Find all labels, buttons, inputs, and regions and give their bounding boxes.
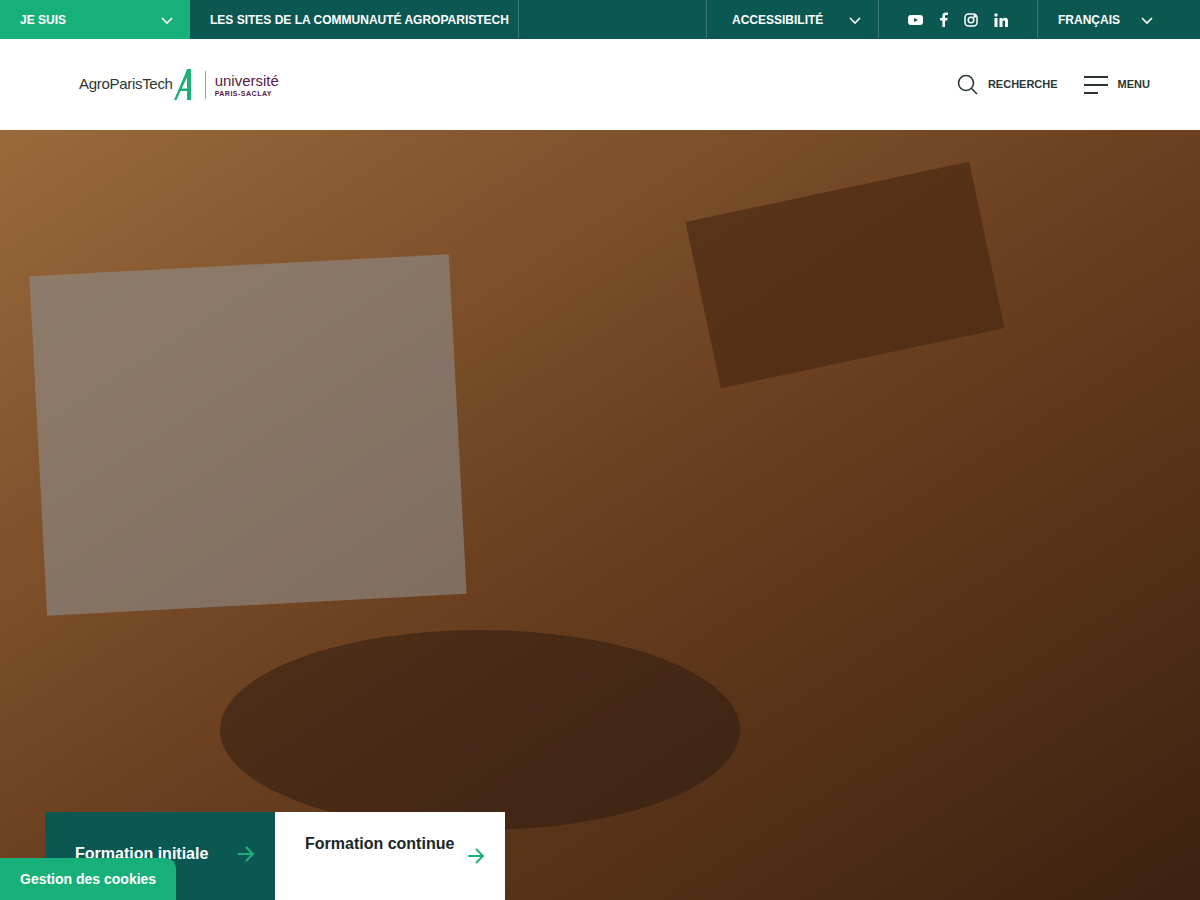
accessibility-label: ACCESSIBILITÉ <box>732 11 823 29</box>
partner-sub: PARIS-SACLAY <box>215 90 279 97</box>
social-links <box>878 0 1037 39</box>
partner-name: université <box>215 73 279 88</box>
sites-dropdown[interactable]: LES SITES DE LA COMMUNAUTÉ AGROPARISTECH <box>190 0 519 39</box>
hero-photo <box>0 130 1200 900</box>
arrow-right-icon <box>467 847 485 865</box>
logo-name: AgroParisTech <box>79 73 173 96</box>
chevron-down-icon <box>848 13 862 27</box>
linkedin-icon[interactable] <box>994 13 1008 27</box>
hamburger-icon <box>1084 75 1108 95</box>
chevron-down-icon <box>160 13 174 27</box>
instagram-icon[interactable] <box>964 13 978 27</box>
facebook-icon[interactable] <box>939 12 948 27</box>
search-label: RECHERCHE <box>988 76 1058 93</box>
agroparistech-a-icon <box>174 69 196 100</box>
hero: Formation initiale Formation continue Ge… <box>0 130 1200 900</box>
sites-label: LES SITES DE LA COMMUNAUTÉ AGROPARISTECH <box>210 11 509 29</box>
profile-label: JE SUIS <box>20 11 66 29</box>
hero-card-label: Formation continue <box>305 832 454 856</box>
search-button[interactable]: RECHERCHE <box>957 74 1058 95</box>
chevron-down-icon <box>1140 13 1154 27</box>
hero-card[interactable]: Formation continue <box>275 812 505 900</box>
youtube-icon[interactable] <box>908 14 923 26</box>
site-header: AgroParisTech université PARIS-SACLAY RE… <box>0 39 1200 130</box>
top-bar: JE SUIS LES SITES DE LA COMMUNAUTÉ AGROP… <box>0 0 1200 39</box>
magnifier-icon <box>957 74 978 95</box>
cookie-label: Gestion des cookies <box>20 869 156 890</box>
language-label: FRANÇAIS <box>1058 11 1120 29</box>
profile-dropdown[interactable]: JE SUIS <box>0 0 190 39</box>
logo[interactable]: AgroParisTech université PARIS-SACLAY <box>79 69 279 100</box>
cookie-button[interactable]: Gestion des cookies <box>0 858 176 900</box>
accessibility-dropdown[interactable]: ACCESSIBILITÉ <box>706 0 878 39</box>
menu-label: MENU <box>1118 76 1150 93</box>
arrow-right-icon <box>237 845 255 863</box>
language-dropdown[interactable]: FRANÇAIS <box>1037 0 1170 39</box>
menu-button[interactable]: MENU <box>1084 75 1150 95</box>
